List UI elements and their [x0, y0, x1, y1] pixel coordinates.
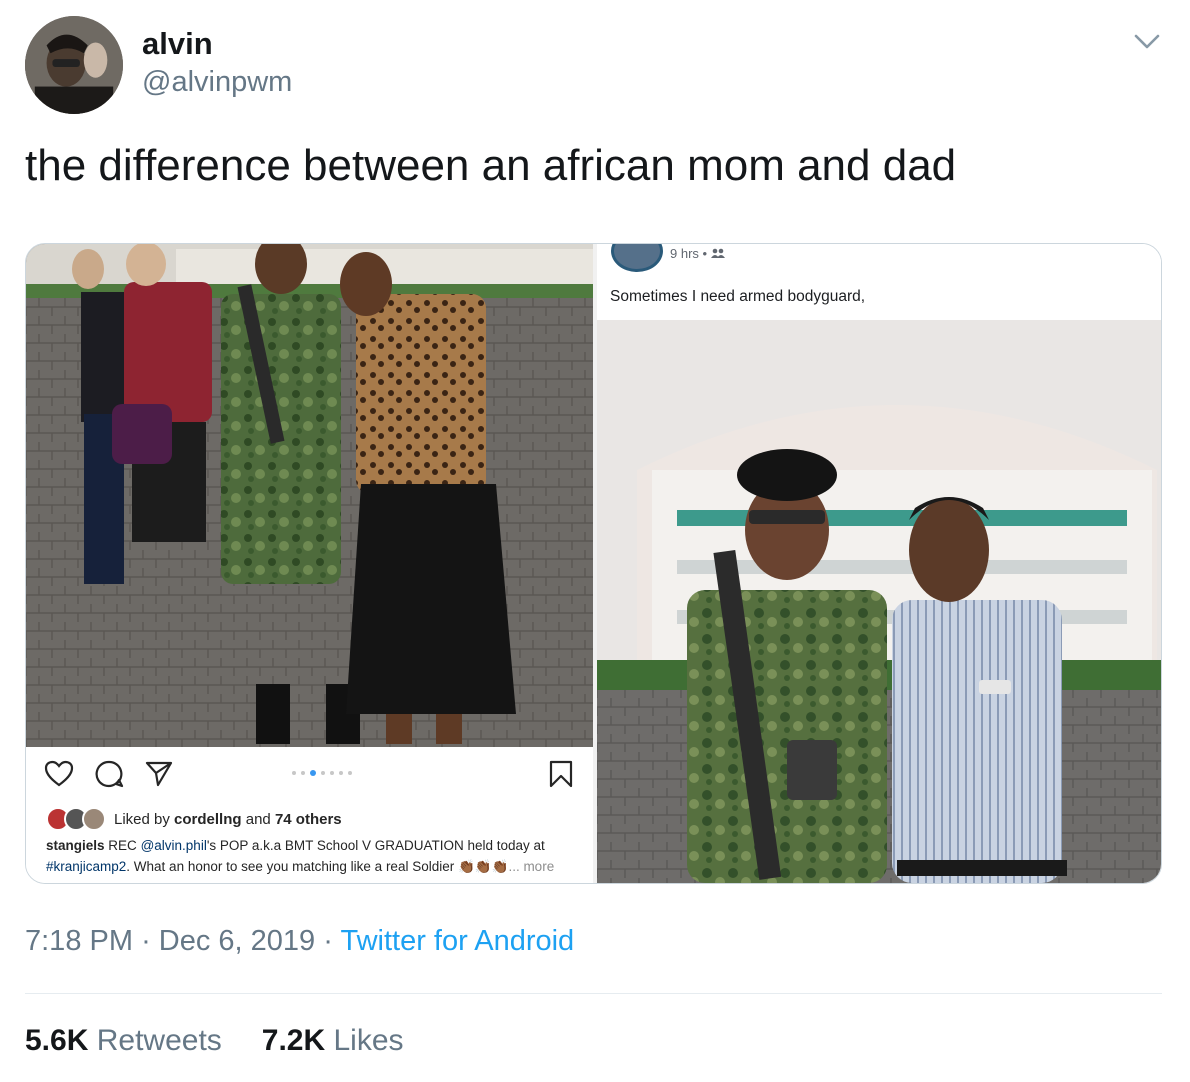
likes-stat[interactable]: 7.2K Likes [262, 1024, 404, 1058]
liker-avatars [46, 807, 106, 831]
caption-mention: @alvin.phil [140, 838, 207, 853]
carousel-indicator [292, 770, 352, 776]
tweet-text: the difference between an african mom an… [25, 141, 957, 190]
caption-text-2: 's POP a.k.a BMT School V GRADUATION hel… [206, 838, 545, 853]
retweets-count: 5.6K [25, 1024, 89, 1057]
liker-avatar [82, 807, 106, 831]
caption-hashtag: #kranjicamp2 [46, 859, 127, 874]
caption-username: stangiels [46, 838, 105, 853]
facebook-screenshot: 9 hrs • Sometimes I need armed bodyguard… [597, 244, 1161, 883]
caption-text-1: REC [108, 838, 137, 853]
fb-avatar [611, 244, 663, 272]
caption-more: ... more [508, 859, 555, 874]
likes-count: 7.2K [261, 1024, 326, 1057]
carousel-dot [330, 771, 334, 775]
tweet-time[interactable]: 7:18 PM [25, 925, 133, 957]
liked-by-prefix: Liked by [114, 810, 170, 828]
carousel-dot-active [310, 770, 316, 776]
tweet-timestamp: 7:18 PM · Dec 6, 2019 · Twitter for Andr… [25, 925, 574, 958]
instagram-screenshot: Liked by cordellng and 74 others stangie… [26, 244, 593, 883]
carousel-dot [348, 771, 352, 775]
facebook-post-header: 9 hrs • Sometimes I need armed bodyguard… [597, 244, 1161, 320]
avatar-image [25, 16, 123, 114]
facebook-photo [597, 320, 1161, 883]
likes-label: Likes [333, 1024, 404, 1057]
instagram-action-bar [44, 759, 584, 793]
tweet-date[interactable]: Dec 6, 2019 [159, 925, 315, 957]
comment-icon[interactable] [94, 759, 124, 789]
display-name[interactable]: alvin [142, 26, 213, 62]
liked-by-others: 74 others [274, 810, 342, 828]
tweet-stats: 5.6K Retweets 7.2K Likes [25, 1024, 444, 1058]
caption-text-3: . What an honor to see you matching like… [126, 859, 455, 874]
liked-by-user: cordellng [174, 810, 242, 828]
instagram-likes: Liked by cordellng and 74 others [46, 807, 342, 831]
friends-icon [710, 248, 725, 258]
carousel-dot [292, 771, 296, 775]
carousel-dot [301, 771, 305, 775]
fb-time-text: 9 hrs [670, 246, 699, 261]
timestamp-separator: · [323, 925, 333, 957]
instagram-photo [26, 244, 593, 747]
share-icon[interactable] [144, 759, 174, 789]
carousel-dot [321, 771, 325, 775]
caption-emoji: 👏🏾👏🏾👏🏾 [458, 859, 509, 874]
heart-icon[interactable] [44, 759, 74, 789]
retweets-stat[interactable]: 5.6K Retweets [25, 1024, 222, 1058]
user-handle[interactable]: @alvinpwm [142, 66, 292, 99]
timestamp-separator: · [141, 925, 151, 957]
divider [25, 993, 1162, 994]
liked-by-and: and [245, 810, 271, 828]
tweet-media[interactable]: Liked by cordellng and 74 others stangie… [25, 243, 1162, 884]
carousel-dot [339, 771, 343, 775]
bookmark-icon[interactable] [546, 759, 576, 789]
fb-post-text: Sometimes I need armed bodyguard, [610, 288, 866, 305]
fb-time-separator: • [702, 246, 708, 261]
tweet-source-link[interactable]: Twitter for Android [340, 925, 574, 957]
instagram-caption: stangiels REC @alvin.phil's POP a.k.a BM… [46, 835, 581, 877]
chevron-down-icon[interactable] [1130, 28, 1164, 54]
fb-post-time: 9 hrs • [670, 246, 725, 261]
retweets-label: Retweets [96, 1024, 222, 1057]
user-avatar[interactable] [25, 16, 123, 114]
